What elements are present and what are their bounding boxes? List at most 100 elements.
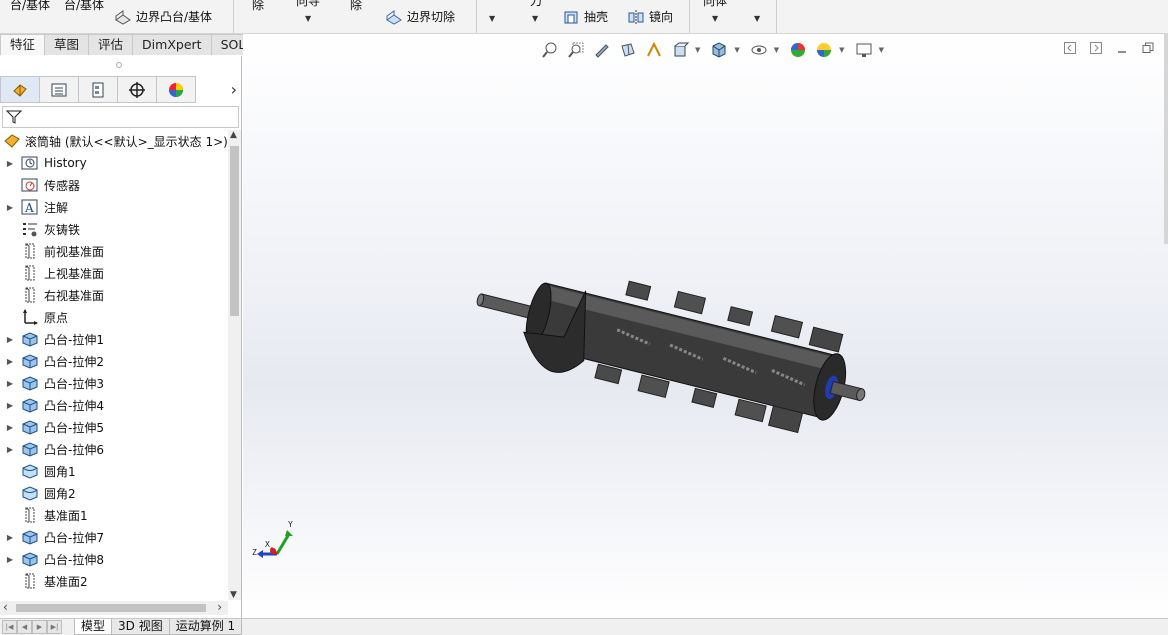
scroll-down-icon[interactable]: ▼	[230, 590, 237, 600]
next-tab-icon[interactable]: ▶	[32, 620, 47, 634]
previous-view-icon[interactable]	[591, 40, 613, 60]
tree-item[interactable]: ▶ 凸台-拉伸7	[0, 526, 228, 548]
chevron-down-icon[interactable]: ▼	[754, 14, 760, 23]
first-tab-icon[interactable]: |◀	[2, 620, 17, 634]
boss-base-button-1[interactable]: 台/基体	[10, 0, 50, 13]
scroll-thumb[interactable]	[16, 604, 206, 612]
view-orientation-icon[interactable]	[669, 40, 691, 60]
partial-button-2[interactable]: 向体	[703, 0, 727, 9]
tab-property-manager[interactable]	[39, 76, 79, 103]
expand-arrow-icon[interactable]: ▶	[0, 533, 20, 542]
expand-arrow-icon[interactable]: ▶	[0, 357, 20, 366]
expand-arrow-icon[interactable]: ▶	[0, 335, 20, 344]
chevron-down-icon[interactable]: ▼	[839, 46, 844, 54]
expand-panel-icon[interactable]	[1090, 42, 1102, 54]
graphics-scrollbar[interactable]	[1164, 34, 1168, 244]
hide-show-items-icon[interactable]	[748, 40, 770, 60]
tab-sketch[interactable]: 草图	[44, 34, 90, 55]
tab-motion-study[interactable]: 运动算例 1	[168, 619, 243, 635]
tree-item[interactable]: 圆角2	[0, 482, 228, 504]
expand-arrow-icon[interactable]: ▶	[0, 445, 20, 454]
graphics-area[interactable]: ▼ ▼ ▼ ▼ ▼ Y X Z	[243, 34, 1168, 618]
chevron-right-icon[interactable]: ›	[231, 80, 237, 99]
tree-horizontal-scrollbar[interactable]: ‹ ›	[0, 600, 228, 615]
last-tab-icon[interactable]: ▶|	[47, 620, 62, 634]
chevron-down-icon[interactable]: ▼	[712, 14, 718, 23]
tree-item[interactable]: 圆角1	[0, 460, 228, 482]
chevron-down-icon[interactable]: ▼	[879, 46, 884, 54]
tab-dimxpert[interactable]: DimXpert	[132, 34, 212, 55]
cut-button-1[interactable]: 除	[252, 0, 264, 13]
boundary-cut-button[interactable]: 边界切除	[385, 8, 455, 25]
chevron-down-icon[interactable]: ▼	[774, 46, 779, 54]
boss-base-button-2[interactable]: 台/基体	[64, 0, 104, 13]
tree-item[interactable]: 灰铸铁	[0, 218, 228, 240]
tree-item[interactable]: ▶ 凸台-拉伸4	[0, 394, 228, 416]
minimize-icon[interactable]	[1116, 42, 1128, 54]
tab-feature-tree[interactable]	[0, 76, 40, 103]
panel-splitter-handle[interactable]	[116, 62, 122, 68]
wrap-button[interactable]: 向导	[296, 0, 320, 9]
triad-z-label: Z	[252, 548, 257, 557]
part-icon	[4, 134, 20, 148]
tab-configuration-manager[interactable]	[78, 76, 118, 103]
cut-button-2[interactable]: 除	[350, 0, 362, 13]
scroll-up-icon[interactable]: ▲	[230, 130, 237, 140]
boundary-boss-button[interactable]: 边界凸台/基体	[114, 8, 212, 25]
tree-vertical-scrollbar[interactable]: ▲ ▼	[228, 130, 241, 600]
zoom-to-area-icon[interactable]	[565, 40, 587, 60]
tree-item[interactable]: ▶ A 注解	[0, 196, 228, 218]
expand-arrow-icon[interactable]: ▶	[0, 423, 20, 432]
tree-item[interactable]: ▶ 凸台-拉伸8	[0, 548, 228, 570]
section-view-icon[interactable]	[617, 40, 639, 60]
display-style-icon[interactable]	[708, 40, 730, 60]
edit-appearance-icon[interactable]	[787, 40, 809, 60]
tree-item[interactable]: 基准面2	[0, 570, 228, 592]
chevron-down-icon[interactable]: ▼	[734, 46, 739, 54]
chevron-down-icon[interactable]: ▼	[489, 14, 495, 23]
expand-arrow-icon[interactable]: ▶	[0, 401, 20, 410]
tree-item[interactable]: ▶ 凸台-拉伸3	[0, 372, 228, 394]
shell-button[interactable]: 抽壳	[562, 8, 608, 25]
tree-item-label: 凸台-拉伸2	[44, 354, 104, 369]
tree-item[interactable]: 基准面1	[0, 504, 228, 526]
tab-display-manager[interactable]	[156, 76, 196, 103]
scroll-right-icon[interactable]: ›	[217, 600, 222, 614]
expand-arrow-icon[interactable]: ▶	[0, 555, 20, 564]
tree-item[interactable]: ▶ 凸台-拉伸1	[0, 328, 228, 350]
tree-item[interactable]: ▶ History	[0, 152, 228, 174]
expand-arrow-icon[interactable]: ▶	[0, 379, 20, 388]
tree-item[interactable]: ▶ 凸台-拉伸2	[0, 350, 228, 372]
tree-item[interactable]: 传感器	[0, 174, 228, 196]
tree-item[interactable]: 前视基准面	[0, 240, 228, 262]
dynamic-annotation-icon[interactable]	[643, 40, 665, 60]
collapse-panel-icon[interactable]	[1064, 42, 1076, 54]
tree-item[interactable]: ▶ 凸台-拉伸5	[0, 416, 228, 438]
tab-3d-views[interactable]: 3D 视图	[111, 619, 170, 635]
mirror-button[interactable]: 镜向	[627, 8, 673, 25]
apply-scene-icon[interactable]	[813, 40, 835, 60]
tree-item[interactable]: ▶ 凸台-拉伸6	[0, 438, 228, 460]
partial-button-1[interactable]: 刀	[530, 0, 542, 9]
tab-evaluate[interactable]: 评估	[88, 34, 134, 55]
prev-tab-icon[interactable]: ◀	[17, 620, 32, 634]
tree-item[interactable]: 右视基准面	[0, 284, 228, 306]
tab-dimxpert-manager[interactable]	[117, 76, 157, 103]
expand-arrow-icon[interactable]: ▶	[0, 203, 20, 212]
roller-shaft-model[interactable]	[463, 274, 883, 434]
chevron-down-icon[interactable]: ▼	[532, 14, 538, 23]
tree-item[interactable]: 上视基准面	[0, 262, 228, 284]
chevron-down-icon[interactable]: ▼	[695, 46, 700, 54]
restore-icon[interactable]	[1142, 42, 1154, 54]
scroll-left-icon[interactable]: ‹	[3, 600, 8, 614]
zoom-to-fit-icon[interactable]	[539, 40, 561, 60]
tree-item[interactable]: 原点	[0, 306, 228, 328]
filter-field[interactable]	[2, 106, 239, 128]
chevron-down-icon[interactable]: ▼	[305, 14, 311, 23]
tree-root[interactable]: 滚筒轴 (默认<<默认>_显示状态 1>)	[0, 130, 228, 152]
view-settings-icon[interactable]	[853, 40, 875, 60]
tab-features[interactable]: 特征	[0, 34, 46, 55]
tab-model[interactable]: 模型	[74, 619, 113, 635]
expand-arrow-icon[interactable]: ▶	[0, 159, 20, 168]
scroll-thumb[interactable]	[230, 146, 239, 316]
